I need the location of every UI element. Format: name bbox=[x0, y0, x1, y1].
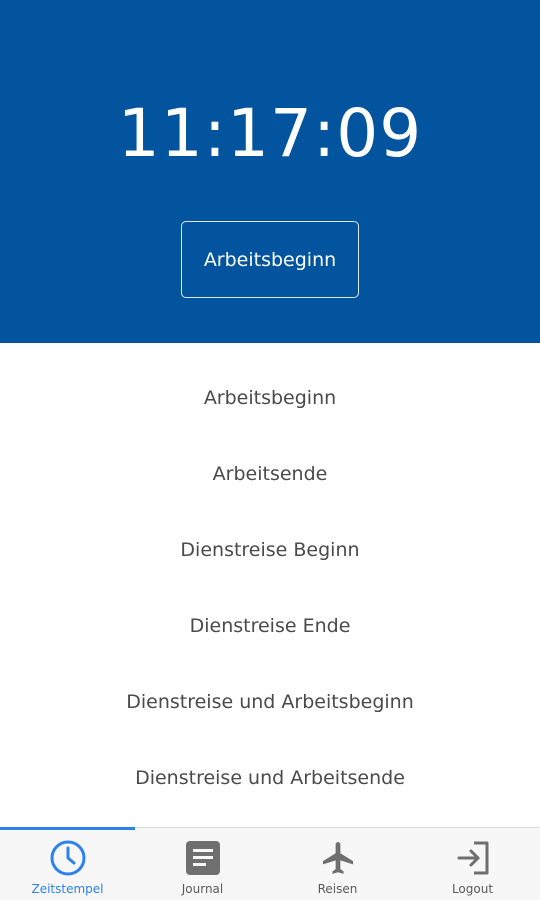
menu-item-dienstreise-und-arbeitsende[interactable]: Dienstreise und Arbeitsende bbox=[0, 753, 540, 803]
bottom-tab-bar: Zeitstempel Journal Reisen Logout bbox=[0, 827, 540, 900]
tab-label: Zeitstempel bbox=[31, 882, 104, 896]
menu-item-arbeitsbeginn[interactable]: Arbeitsbeginn bbox=[0, 373, 540, 423]
clock-icon bbox=[48, 838, 88, 878]
tab-reisen[interactable]: Reisen bbox=[270, 828, 405, 900]
menu-item-dienstreise-ende[interactable]: Dienstreise Ende bbox=[0, 601, 540, 651]
menu-item-dienstreise-und-arbeitsbeginn[interactable]: Dienstreise und Arbeitsbeginn bbox=[0, 677, 540, 727]
tab-label: Reisen bbox=[317, 882, 358, 896]
arbeitsbeginn-button[interactable]: Arbeitsbeginn bbox=[181, 221, 359, 298]
current-time: 11:17:09 bbox=[117, 95, 423, 172]
airplane-icon bbox=[318, 838, 358, 878]
tab-label: Logout bbox=[451, 882, 494, 896]
app-root: 11:17:09 Arbeitsbeginn Arbeitsbeginn Arb… bbox=[0, 0, 540, 900]
stamp-type-list: Arbeitsbeginn Arbeitsende Dienstreise Be… bbox=[0, 343, 540, 827]
tab-zeitstempel[interactable]: Zeitstempel bbox=[0, 828, 135, 900]
menu-item-arbeitsende[interactable]: Arbeitsende bbox=[0, 449, 540, 499]
tab-journal[interactable]: Journal bbox=[135, 828, 270, 900]
tab-logout[interactable]: Logout bbox=[405, 828, 540, 900]
journal-icon bbox=[183, 838, 223, 878]
tab-label: Journal bbox=[181, 882, 224, 896]
logout-icon bbox=[453, 838, 493, 878]
menu-item-dienstreise-beginn[interactable]: Dienstreise Beginn bbox=[0, 525, 540, 575]
clock-header: 11:17:09 Arbeitsbeginn bbox=[0, 0, 540, 343]
